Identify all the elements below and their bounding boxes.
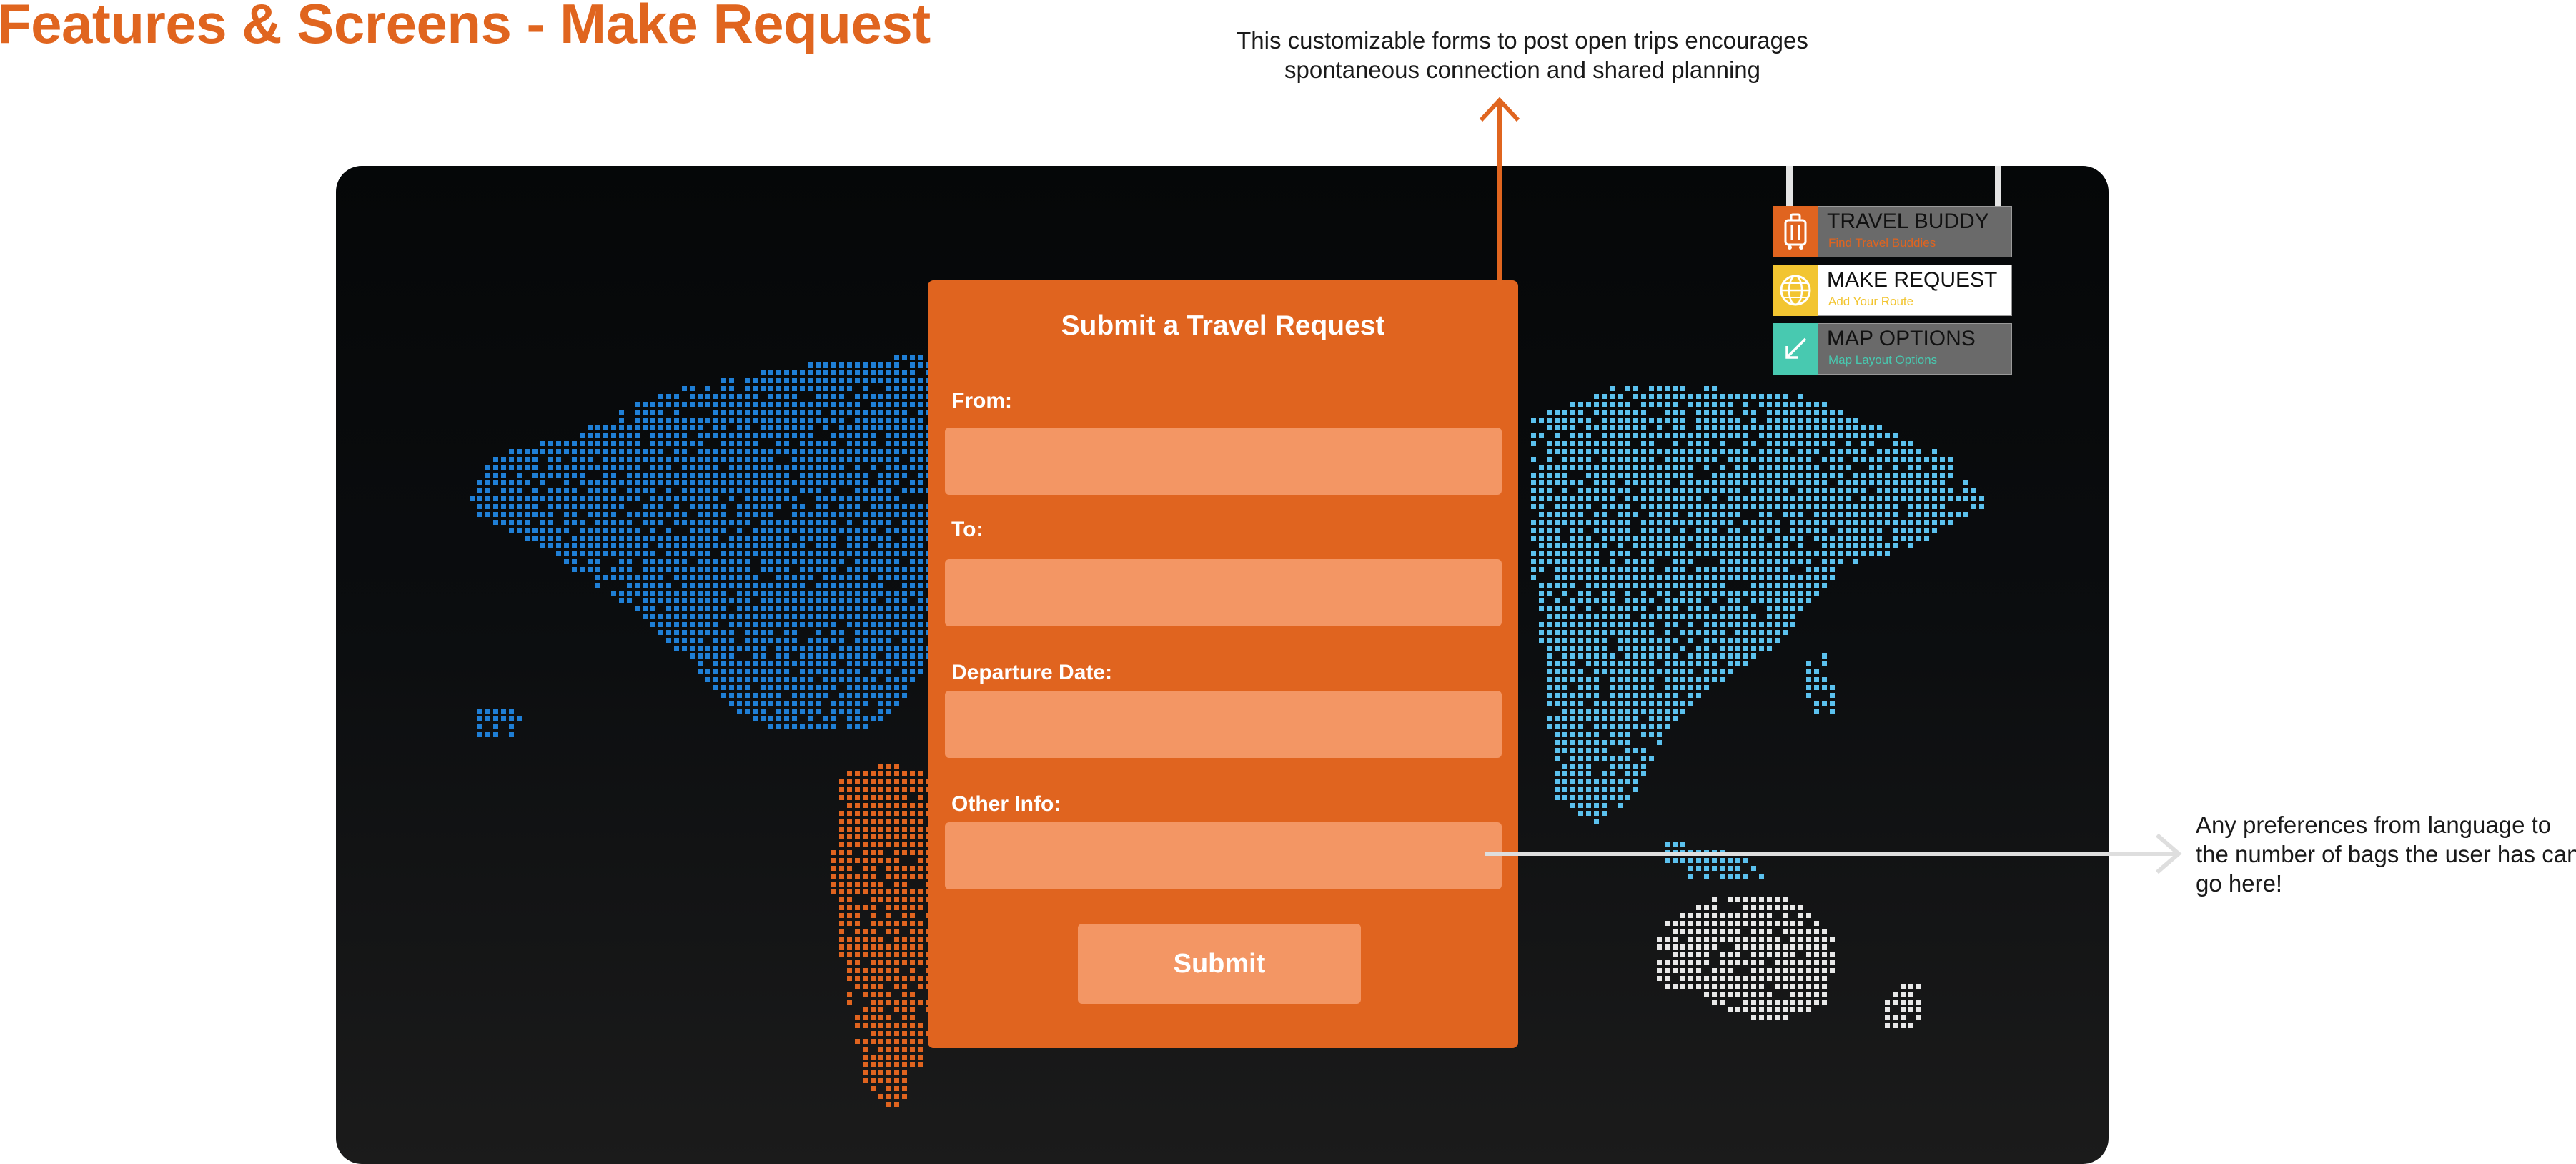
to-input[interactable] [945, 559, 1502, 626]
menu-item-label: MAP OPTIONS [1827, 327, 1976, 350]
departure-date-label: Departure Date: [951, 661, 1113, 684]
page-title: Features & Screens - Make Request [0, 0, 931, 55]
menu-item-sublabel: Map Layout Options [1828, 353, 1938, 367]
menu-item-sublabel: Add Your Route [1828, 295, 1914, 308]
submit-button[interactable]: Submit [1078, 924, 1361, 1004]
to-label: To: [951, 518, 984, 541]
from-input[interactable] [945, 428, 1502, 495]
nav-menu: TRAVEL BUDDY Find Travel Buddies MAKE RE… [1773, 166, 2016, 380]
annotation-right: Any preferences from language to the num… [2196, 812, 2576, 897]
departure-date-input[interactable] [945, 691, 1502, 758]
form-title: Submit a Travel Request [1061, 310, 1385, 341]
annotation-top: This customizable forms to post open tri… [1237, 27, 1808, 83]
other-info-label: Other Info: [951, 792, 1061, 816]
other-info-input[interactable] [945, 822, 1502, 889]
menu-item-make-request[interactable]: MAKE REQUEST Add Your Route [1773, 265, 2012, 316]
app-screen: TRAVEL BUDDY Find Travel Buddies MAKE RE… [336, 166, 2109, 1164]
menu-item-label: TRAVEL BUDDY [1827, 209, 1989, 233]
map-region-oceania [1657, 897, 1921, 1028]
annotation-arrow-up [1479, 97, 1520, 285]
menu-item-sublabel: Find Travel Buddies [1828, 236, 1936, 250]
globe-icon [1773, 265, 1818, 316]
map-region-eurasia [1531, 386, 1984, 879]
menu-item-label: MAKE REQUEST [1827, 268, 1998, 292]
menu-item-map-options[interactable]: MAP OPTIONS Map Layout Options [1773, 323, 2012, 375]
from-label: From: [951, 389, 1012, 413]
menu-post-left [1786, 166, 1793, 209]
menu-post-right [1995, 166, 2001, 209]
annotation-arrow-right [1485, 833, 2182, 874]
luggage-icon [1773, 206, 1818, 257]
travel-request-form: Submit a Travel Request From: To: Depart… [928, 280, 1518, 1048]
menu-item-travel-buddy[interactable]: TRAVEL BUDDY Find Travel Buddies [1773, 206, 2012, 257]
arrow-diagonal-icon [1773, 323, 1818, 375]
